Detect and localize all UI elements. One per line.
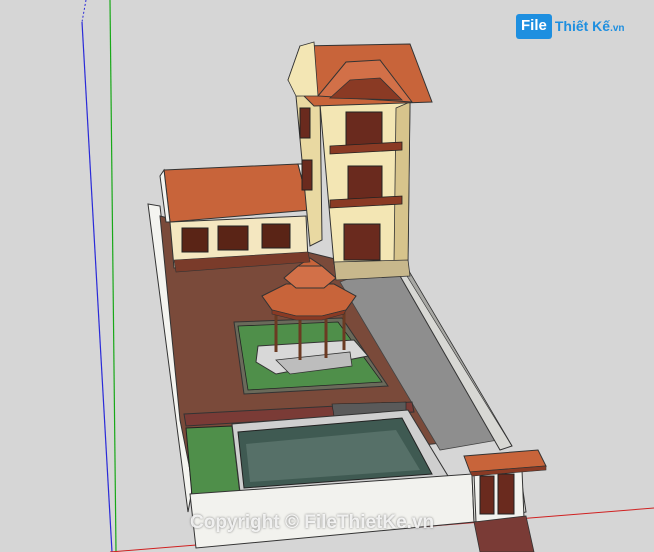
sketchup-viewport[interactable] bbox=[0, 0, 654, 552]
guide-line bbox=[81, 0, 87, 23]
site-model bbox=[147, 41, 547, 552]
site-logo: File Thiết Kế.vn bbox=[516, 12, 625, 40]
green-axis bbox=[109, 0, 117, 552]
blue-axis bbox=[81, 21, 113, 552]
model-canvas[interactable] bbox=[0, 0, 654, 552]
logo-text: Thiết Kế.vn bbox=[554, 18, 625, 34]
logo-box: File bbox=[516, 13, 552, 39]
copyright-watermark: Copyright © FileThietKe.vn bbox=[190, 512, 435, 533]
